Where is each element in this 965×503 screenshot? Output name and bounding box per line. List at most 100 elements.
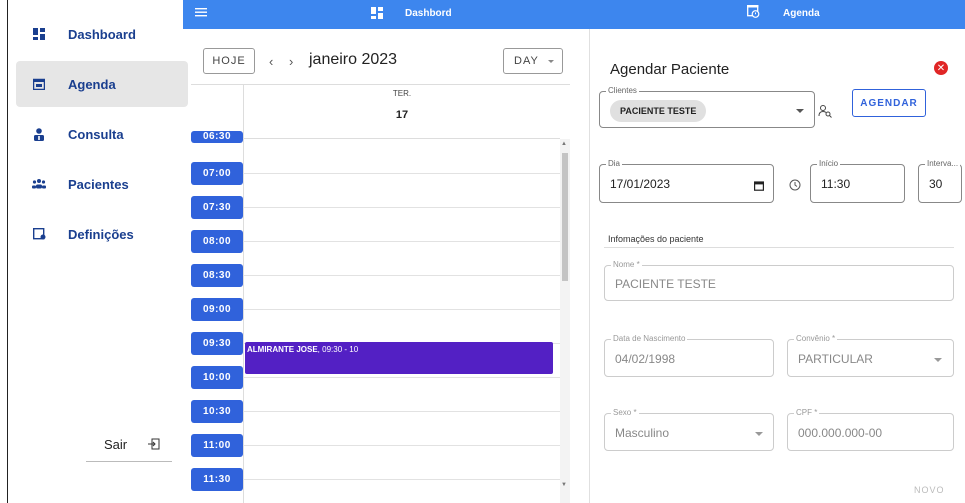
field-legend: Data de Nascimento <box>611 334 688 343</box>
hour-line <box>244 207 560 208</box>
dashboard-icon[interactable] <box>371 6 383 24</box>
field-legend: Sexo * <box>611 408 639 417</box>
logout-label: Sair <box>104 437 128 452</box>
novo-button[interactable]: NOVO <box>914 485 945 495</box>
sidebar-item-consulta[interactable]: Consulta <box>16 111 188 157</box>
nascimento-field: Data de Nascimento 04/02/1998 <box>604 334 774 377</box>
hour-line <box>244 241 560 242</box>
prev-button[interactable]: ‹ <box>269 54 273 69</box>
settings-window-icon <box>32 227 46 241</box>
field-value: 17/01/2023 <box>610 177 671 191</box>
time-slot[interactable]: 07:00 <box>191 162 243 185</box>
agendar-button[interactable]: AGENDAR <box>852 89 926 117</box>
time-slot[interactable]: 06:30 <box>191 131 243 143</box>
topbar-dashboard-link[interactable]: Dashbord <box>405 8 452 19</box>
field-value: 04/02/1998 <box>615 352 676 366</box>
view-select-value: DAY <box>514 55 539 67</box>
cpf-field: CPF * 000.000.000-00 <box>787 408 954 451</box>
section-divider <box>604 247 954 248</box>
field-value: 11:30 <box>821 177 851 191</box>
sidebar-item-definicoes[interactable]: Definições <box>16 211 188 257</box>
top-bar: Dashbord Agenda <box>183 0 965 29</box>
calendar-icon <box>32 77 46 91</box>
people-icon <box>32 177 46 191</box>
day-of-week: TER. <box>392 89 412 98</box>
hour-line <box>244 479 560 480</box>
time-slot[interactable]: 11:00 <box>191 434 243 457</box>
sidebar: Dashboard Agenda Consulta Pacientes Defi… <box>10 0 188 503</box>
dia-date-input[interactable]: Dia 17/01/2023 <box>599 159 774 203</box>
day-number: 17 <box>395 109 409 121</box>
menu-icon[interactable] <box>195 4 207 22</box>
schedule-panel: Agendar Paciente ✕ Clientes PACIENTE TES… <box>589 29 965 503</box>
time-slot[interactable]: 08:30 <box>191 264 243 287</box>
search-user-icon[interactable] <box>818 104 832 123</box>
field-value: PARTICULAR <box>798 352 873 366</box>
scrollbar[interactable]: ▲ ▼ <box>560 139 570 503</box>
time-slot[interactable]: 08:00 <box>191 230 243 253</box>
logout-button[interactable]: Sair <box>86 428 172 462</box>
time-slot[interactable]: 09:30 <box>191 332 243 355</box>
intervalo-input[interactable]: Interva... 30 <box>918 159 962 203</box>
sexo-select: Sexo * Masculino <box>604 408 774 451</box>
convenio-select: Convênio * PARTICULAR <box>787 334 954 377</box>
chevron-down-icon <box>796 109 804 113</box>
sidebar-item-agenda[interactable]: Agenda <box>16 61 188 107</box>
hour-line <box>244 275 560 276</box>
hour-line <box>244 445 560 446</box>
hour-line <box>244 173 560 174</box>
calendar-picker-icon[interactable] <box>754 178 765 196</box>
clock-icon <box>789 178 801 196</box>
calendar: HOJE ‹ › janeiro 2023 DAY TER. 17 06:30 … <box>183 29 586 503</box>
field-value: PACIENTE TESTE <box>615 277 716 291</box>
scrollbar-thumb[interactable] <box>562 153 568 281</box>
field-legend: Convênio * <box>794 334 838 343</box>
sidebar-item-label: Agenda <box>68 76 116 92</box>
sidebar-item-label: Consulta <box>68 126 124 142</box>
hour-line <box>244 377 560 378</box>
doctor-icon <box>32 127 46 141</box>
field-legend: Início <box>817 159 841 168</box>
hour-line <box>244 309 560 310</box>
topbar-agenda-link[interactable]: Agenda <box>783 8 820 19</box>
panel-title: Agendar Paciente <box>610 61 730 78</box>
scroll-up-icon[interactable]: ▲ <box>561 141 567 147</box>
field-legend: Dia <box>606 159 623 168</box>
field-legend: CPF * <box>794 408 820 417</box>
chevron-down-icon <box>755 432 763 436</box>
time-slot[interactable]: 10:30 <box>191 400 243 423</box>
time-slot[interactable]: 10:00 <box>191 366 243 389</box>
field-legend: Interva... <box>925 159 961 168</box>
view-select[interactable]: DAY <box>503 48 563 74</box>
sidebar-item-label: Dashboard <box>68 26 136 42</box>
selected-client-chip[interactable]: PACIENTE TESTE <box>610 100 707 122</box>
calendar-event[interactable]: ALMIRANTE JOSE, 09:30 - 10 <box>245 342 553 374</box>
calendar-clock-icon[interactable] <box>747 4 760 23</box>
field-legend: Nome * <box>611 260 642 269</box>
sidebar-item-label: Pacientes <box>68 176 129 192</box>
close-icon[interactable]: ✕ <box>934 61 948 75</box>
field-value: Masculino <box>615 426 670 440</box>
section-title: Infomações do paciente <box>608 234 704 244</box>
scroll-down-icon[interactable]: ▼ <box>561 482 567 488</box>
field-value: 30 <box>929 177 943 191</box>
time-slot[interactable]: 09:00 <box>191 298 243 321</box>
sidebar-item-dashboard[interactable]: Dashboard <box>16 11 188 57</box>
logout-icon <box>148 437 160 455</box>
field-legend: Clientes <box>606 86 639 95</box>
sidebar-item-pacientes[interactable]: Pacientes <box>16 161 188 207</box>
day-header: TER. 17 <box>244 85 560 139</box>
today-button[interactable]: HOJE <box>203 48 255 74</box>
hour-line <box>244 411 560 412</box>
event-name: ALMIRANTE JOSE <box>247 345 318 354</box>
inicio-time-input[interactable]: Início 11:30 <box>810 159 905 203</box>
clientes-select[interactable]: Clientes PACIENTE TESTE <box>599 86 815 128</box>
next-button[interactable]: › <box>289 54 293 69</box>
field-value: 000.000.000-00 <box>798 426 883 440</box>
month-title: janeiro 2023 <box>309 51 398 68</box>
time-slot[interactable]: 07:30 <box>191 196 243 219</box>
calendar-day-grid: TER. 17 06:30 07:00 07:30 08:00 08:30 09… <box>191 84 570 503</box>
sidebar-item-label: Definições <box>68 226 134 242</box>
dashboard-icon <box>32 27 46 41</box>
time-slot[interactable]: 11:30 <box>191 468 243 491</box>
